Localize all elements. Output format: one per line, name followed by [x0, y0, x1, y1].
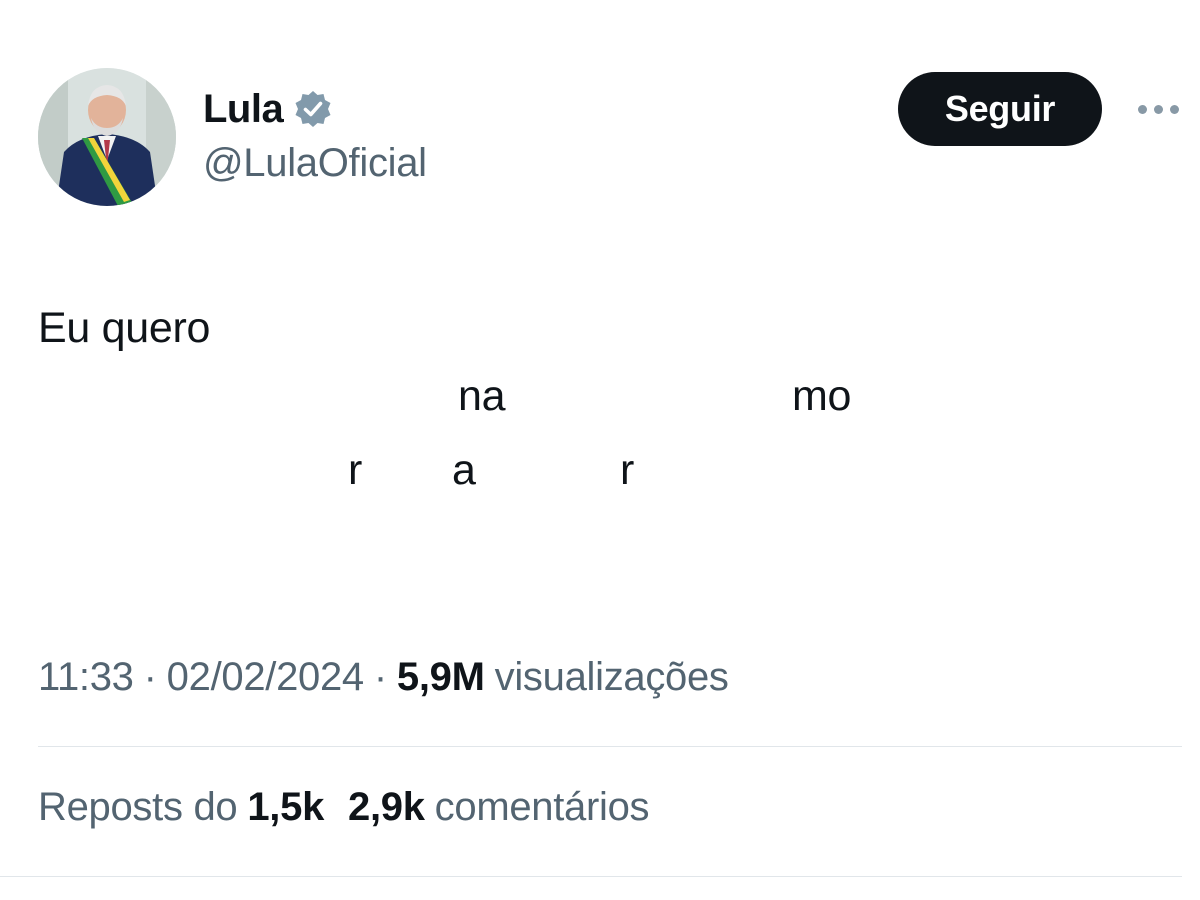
tweet-stats: Reposts do 1,5k 2,9k comentários — [38, 785, 650, 830]
profile-photo-icon — [38, 68, 176, 206]
tweet-text-fragment: a — [452, 446, 476, 494]
meta-separator: · — [373, 655, 387, 699]
more-dot — [1153, 104, 1163, 114]
more-dot — [1137, 104, 1147, 114]
more-options-icon[interactable] — [1128, 92, 1188, 126]
tweet-text-fragment: r — [620, 446, 635, 494]
author-name-row: Lula — [203, 84, 333, 134]
author-display-name[interactable]: Lula — [203, 87, 284, 132]
author-handle[interactable]: @LulaOficial — [203, 141, 427, 186]
more-dot — [1169, 104, 1179, 114]
views-label: visualizações — [494, 655, 729, 699]
tweet-text-fragment: mo — [792, 372, 852, 420]
tweet-metadata: 11:33 · 02/02/2024 · 5,9M visualizações — [38, 655, 729, 700]
tweet-text-fragment: r — [348, 446, 363, 494]
author-avatar[interactable] — [38, 68, 176, 206]
comments-label[interactable]: comentários — [435, 785, 650, 830]
meta-separator: · — [143, 655, 157, 699]
reposts-count[interactable]: 1,5k — [247, 785, 324, 830]
divider — [0, 876, 1182, 877]
tweet-time[interactable]: 11:33 — [38, 655, 134, 700]
tweet-date[interactable]: 02/02/2024 — [167, 655, 365, 700]
tweet-card: Lula @LulaOficial Seguir Eu quero na mo … — [0, 0, 1200, 900]
divider — [38, 746, 1182, 747]
views-count: 5,9M — [396, 655, 485, 699]
comments-count[interactable]: 2,9k — [348, 785, 425, 830]
reposts-label[interactable]: Reposts do — [38, 785, 238, 830]
verified-badge-icon[interactable] — [293, 89, 333, 129]
follow-button[interactable]: Seguir — [898, 72, 1102, 146]
tweet-text-fragment: na — [458, 372, 506, 420]
tweet-text: Eu quero — [38, 304, 211, 352]
